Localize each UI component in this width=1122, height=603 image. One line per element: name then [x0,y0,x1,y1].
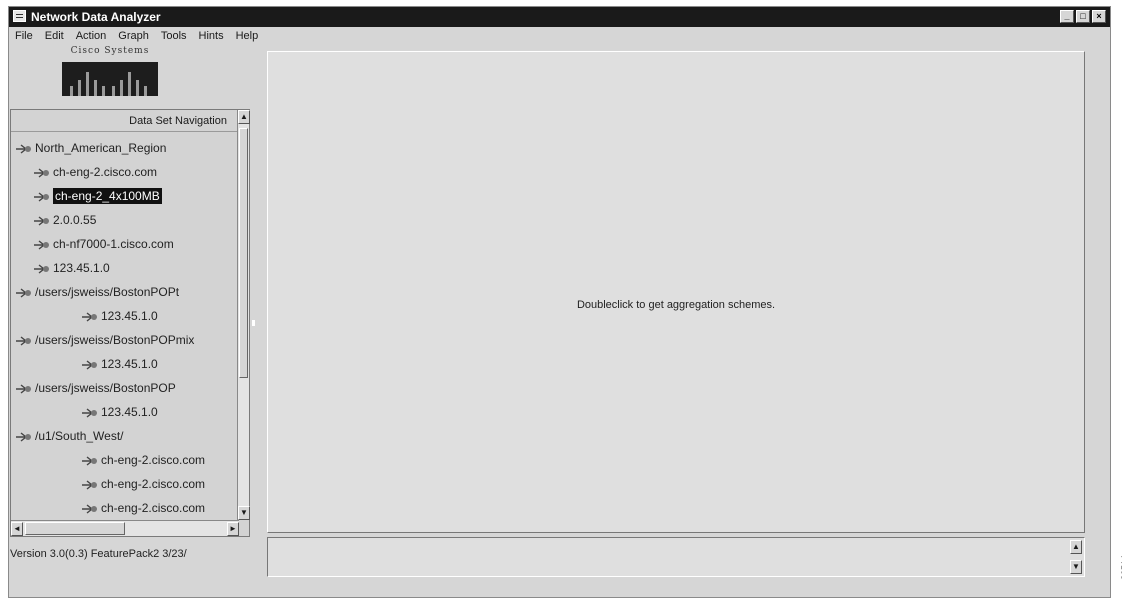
tree-node[interactable]: ch-eng-2.cisco.com [11,448,239,472]
tree-node[interactable]: ch-nf7000-1.cisco.com [11,232,239,256]
tree-node-icon [34,264,49,274]
tree-node-icon [82,408,97,418]
nav-vertical-scroll-thumb[interactable] [239,128,248,378]
tree-node[interactable]: ch-eng-2.cisco.com [11,472,239,496]
status-scroll-up-button[interactable]: ▲ [1070,540,1082,554]
minimize-button[interactable]: _ [1060,10,1074,23]
tree-node[interactable]: ch-eng-2_4x100MB [11,184,239,208]
tree-node[interactable]: ch-eng-2.cisco.com [11,496,239,520]
cisco-logo: Cisco Systems [60,46,160,96]
tree-node[interactable]: 123.45.1.0 [11,304,239,328]
tree-node-label: ch-eng-2.cisco.com [101,453,206,467]
menu-graph[interactable]: Graph [112,28,155,44]
tree-node-icon [16,384,31,394]
tree-node-icon [82,360,97,370]
menu-bar: File Edit Action Graph Tools Hints Help [9,28,264,44]
app-icon[interactable] [13,10,26,22]
menu-action[interactable]: Action [70,28,113,44]
tree-node-label: 123.45.1.0 [53,261,110,275]
version-label: Version 3.0(0.3) FeaturePack2 3/23/ [10,548,187,560]
window-title: Network Data Analyzer [31,10,161,24]
status-message-area: ▲ ▼ [267,537,1085,577]
tree-node-label: 2.0.0.55 [53,213,97,227]
tree-node-icon [34,192,49,202]
tree-node-icon [16,336,31,346]
tree-node[interactable]: /u1/South_West/ [11,424,239,448]
menu-edit[interactable]: Edit [39,28,70,44]
main-view-panel[interactable]: Doubleclick to get aggregation schemes. [267,51,1085,533]
tree-node-label: /users/jsweiss/BostonPOP [35,381,176,395]
tree-node-label: /u1/South_West/ [35,429,124,443]
tree-node-icon [16,432,31,442]
tree-node-label: 123.45.1.0 [101,357,158,371]
tree-node-icon [82,456,97,466]
nav-tree: North_American_Region ch-eng-2.cisco.com c… [11,136,239,520]
menu-help[interactable]: Help [230,28,265,44]
tree-node[interactable]: /users/jsweiss/BostonPOPt [11,280,239,304]
close-button[interactable]: × [1092,10,1106,23]
tree-node-label: ch-eng-2_4x100MB [53,188,162,204]
tree-node[interactable]: North_American_Region [11,136,239,160]
tree-node-icon [34,240,49,250]
panel-splitter[interactable] [252,320,255,326]
tree-node-label: North_American_Region [35,141,167,155]
tree-node-icon [82,504,97,514]
scroll-right-button[interactable]: ► [227,522,239,536]
menu-tools[interactable]: Tools [155,28,193,44]
nav-vertical-scrollbar[interactable]: ▲ ▼ [237,110,250,520]
maximize-button[interactable]: □ [1076,10,1090,23]
tree-node-icon [16,144,31,154]
scroll-down-button[interactable]: ▼ [238,506,250,520]
tree-node[interactable]: 123.45.1.0 [11,352,239,376]
data-set-navigation-panel: Data Set Navigation North_American_Regio… [10,109,250,537]
tree-node[interactable]: /users/jsweiss/BostonPOP [11,376,239,400]
tree-node-icon [82,480,97,490]
menu-file[interactable]: File [9,28,39,44]
tree-node[interactable]: 123.45.1.0 [11,400,239,424]
tree-node[interactable]: /users/jsweiss/BostonPOPmix [11,328,239,352]
tree-node-label: 123.45.1.0 [101,405,158,419]
logo-text: Cisco Systems [70,46,150,56]
tree-node-icon [82,312,97,322]
tree-node-icon [34,168,49,178]
tree-node-icon [34,216,49,226]
menu-hints[interactable]: Hints [193,28,230,44]
tree-node-label: ch-nf7000-1.cisco.com [53,237,174,251]
tree-node-label: /users/jsweiss/BostonPOPmix [35,333,195,347]
scroll-left-button[interactable]: ◄ [11,522,23,536]
tree-node-label: ch-eng-2.cisco.com [53,165,158,179]
nav-header: Data Set Navigation [11,110,237,132]
status-scroll-down-button[interactable]: ▼ [1070,560,1082,574]
tree-node[interactable]: 123.45.1.0 [11,256,239,280]
nav-horizontal-scroll-thumb[interactable] [25,522,125,535]
window-controls: _ □ × [1060,10,1106,23]
logo-bars-icon [62,62,158,96]
tree-node-icon [16,288,31,298]
nav-horizontal-scrollbar[interactable]: ◄ ► [11,520,239,536]
tree-node-label: ch-eng-2.cisco.com [101,501,206,515]
tree-node-label: ch-eng-2.cisco.com [101,477,206,491]
tree-node-label: 123.45.1.0 [101,309,158,323]
tree-node[interactable]: ch-eng-2.cisco.com [11,160,239,184]
tree-node[interactable]: 2.0.0.55 [11,208,239,232]
tree-node-label: /users/jsweiss/BostonPOPt [35,285,180,299]
title-bar[interactable]: Network Data Analyzer _ □ × [9,7,1110,27]
main-hint-text: Doubleclick to get aggregation schemes. [576,299,776,311]
scroll-up-button[interactable]: ▲ [238,110,250,124]
